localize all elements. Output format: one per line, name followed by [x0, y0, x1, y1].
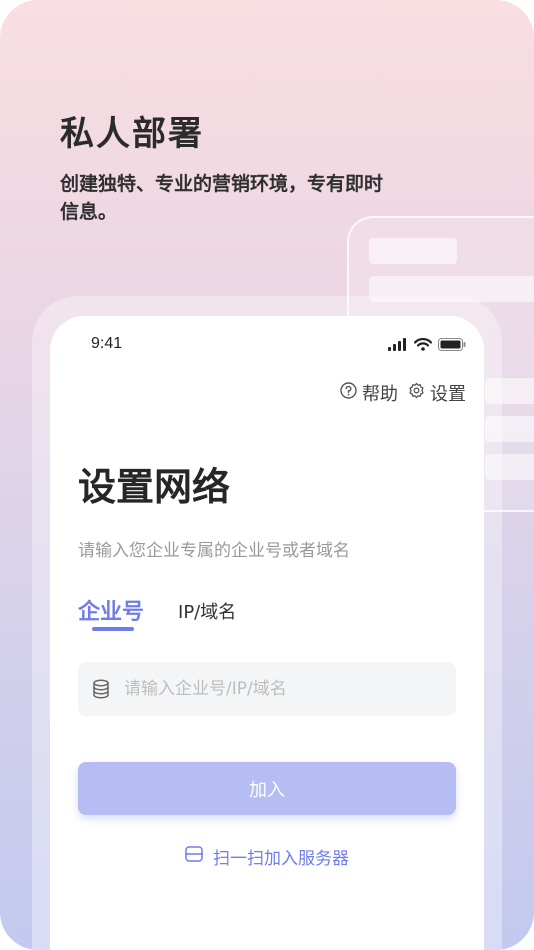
tab-ip-domain[interactable]: IP/域名	[178, 598, 236, 626]
hero-subtitle: 创建独特、专业的营销环境，专有即时 信息。	[60, 170, 410, 226]
hero-subtitle-line-1: 创建独特、专业的营销环境，专有即时	[60, 173, 384, 195]
scan-join-label: 扫一扫加入服务器	[213, 849, 349, 869]
page-subtitle: 请输入您企业专属的企业号或者域名	[78, 541, 350, 561]
active-tab-indicator	[92, 627, 134, 631]
join-button[interactable]: 加入	[78, 762, 456, 815]
signal-icon	[388, 336, 408, 355]
phone-mockup: 9:41 帮助 设置 设置网络 请输入您企业专属的企业号或者域名 企业号 IP/…	[50, 316, 484, 950]
battery-icon	[438, 336, 466, 355]
enterprise-id-input[interactable]	[122, 678, 446, 700]
help-link[interactable]: 帮助	[340, 380, 398, 406]
top-links: 帮助 设置	[340, 380, 466, 406]
question-circle-icon	[340, 382, 357, 404]
database-icon	[92, 679, 110, 699]
scan-icon	[185, 846, 203, 867]
tab-enterprise-id[interactable]: 企业号	[78, 594, 144, 626]
page-title: 设置网络	[78, 465, 231, 509]
settings-link[interactable]: 设置	[408, 380, 466, 406]
app-screen: 私人部署 创建独特、专业的营销环境，专有即时 信息。 9:41 帮助 设置 设置…	[0, 0, 534, 950]
scan-join-link[interactable]: 扫一扫加入服务器	[50, 844, 484, 869]
help-label: 帮助	[362, 384, 398, 405]
gear-icon	[408, 382, 425, 404]
wifi-icon	[413, 336, 433, 355]
settings-label: 设置	[430, 384, 466, 405]
hero-title: 私人部署	[60, 114, 204, 154]
status-icons	[388, 336, 466, 355]
status-time: 9:41	[91, 335, 123, 352]
illustration-bar	[369, 238, 457, 264]
tab-bar: 企业号 IP/域名	[78, 594, 236, 626]
enterprise-input-container	[78, 662, 456, 716]
